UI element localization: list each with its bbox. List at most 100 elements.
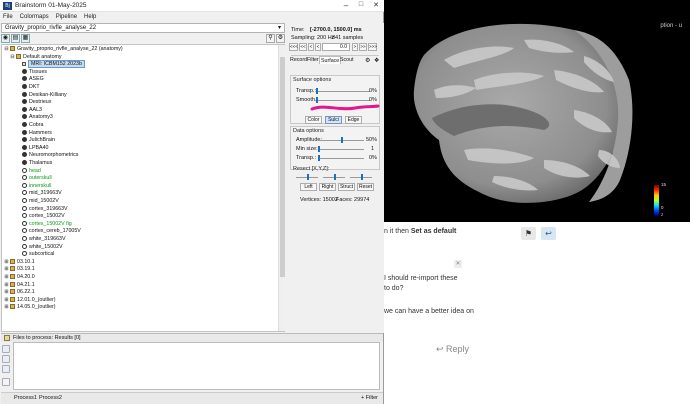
files-to-process-list[interactable] xyxy=(13,342,380,390)
tree-item[interactable]: JulichBrain xyxy=(22,137,55,145)
tree-item[interactable]: AAL3 xyxy=(22,107,42,115)
database-tree[interactable]: ⊟ Gravity_proprio_rivfle_analyse_22 (anat… xyxy=(1,44,285,332)
color-button[interactable]: Color xyxy=(305,116,322,124)
time-nav-button[interactable]: < xyxy=(308,43,314,51)
menu-colormaps[interactable]: Colormaps xyxy=(20,12,49,22)
sulci-button[interactable]: Sulci xyxy=(325,116,342,124)
resect-left-button[interactable]: Left xyxy=(300,183,317,191)
tab-surface[interactable]: Surface xyxy=(319,56,342,64)
expand-icon[interactable]: ⊞ xyxy=(4,289,9,297)
tree-item[interactable]: subcortical xyxy=(22,251,54,259)
tree-item[interactable]: cortex_319663V xyxy=(22,206,68,214)
tree-subject[interactable]: ⊞ 04.20.0 xyxy=(4,274,34,282)
tree-item[interactable]: Neuromorphometrics xyxy=(22,152,78,160)
edge-button[interactable]: Edge xyxy=(345,116,362,124)
tree-item[interactable]: Anatomy3 xyxy=(22,114,53,122)
amplitude-slider[interactable] xyxy=(318,137,364,143)
tree-item[interactable]: Desikan-Killiany xyxy=(22,92,67,100)
figure-3d-window[interactable]: ption - u 15 0 z xyxy=(384,0,690,222)
resect-y-slider[interactable] xyxy=(323,174,345,180)
tree-item[interactable]: white_15002V xyxy=(22,244,63,252)
tree-subject[interactable]: ⊞ 04.21.1 xyxy=(4,282,34,290)
dismiss-icon[interactable]: ✕ xyxy=(454,260,462,268)
process-run-icon[interactable] xyxy=(2,378,10,386)
menu-file[interactable]: File xyxy=(3,12,13,22)
tree-item[interactable]: innerskull xyxy=(22,183,51,191)
resect-right-button[interactable]: Right xyxy=(319,183,336,191)
menu-pipeline[interactable]: Pipeline xyxy=(56,12,77,22)
reply-button[interactable]: ↩ Reply xyxy=(436,344,469,355)
tree-protocol-root[interactable]: ⊟ Gravity_proprio_rivfle_analyse_22 (anat… xyxy=(4,46,122,54)
tree-scrollbar[interactable] xyxy=(278,45,285,331)
maximize-icon[interactable]: □ xyxy=(355,1,367,8)
tree-item[interactable]: outerskull xyxy=(22,175,52,183)
time-input[interactable]: 0.0 xyxy=(322,43,350,51)
search-icon[interactable]: ⚲ xyxy=(266,34,275,43)
resect-reset-button[interactable]: Reset xyxy=(357,183,374,191)
tab-process1[interactable]: Process1 xyxy=(14,395,37,401)
smooth-slider[interactable] xyxy=(316,97,370,103)
time-nav-button[interactable]: <<< xyxy=(289,43,298,51)
tree-subject[interactable]: ⊞ 03.19.1 xyxy=(4,266,34,274)
process-data-icon[interactable] xyxy=(2,345,10,353)
tree-mri[interactable]: MRI: ICBM152 2023b xyxy=(22,60,85,69)
tree-item[interactable]: mid_15002V xyxy=(22,198,59,206)
tree-subject[interactable]: ⊞ 14.05.0_(outlier) xyxy=(4,304,55,312)
tree-item[interactable]: ASEG xyxy=(22,76,44,84)
subject-view-icon[interactable]: ◉ xyxy=(1,34,10,43)
resect-struct-button[interactable]: Struct xyxy=(338,183,355,191)
process-timefreq-icon[interactable] xyxy=(2,365,10,373)
tree-item[interactable]: Tissues xyxy=(22,69,47,77)
expand-icon[interactable]: ⊞ xyxy=(4,282,9,290)
study-view-icon[interactable]: ▤ xyxy=(11,34,20,43)
collapse-icon[interactable]: ⊟ xyxy=(10,54,15,62)
expand-icon[interactable]: ⊞ xyxy=(4,274,9,282)
tab-process2[interactable]: Process2 xyxy=(39,395,62,401)
condition-view-icon[interactable]: ▦ xyxy=(21,34,30,43)
tree-item[interactable]: cortex_cereb_17005V xyxy=(22,228,81,236)
resect-z-slider[interactable] xyxy=(350,174,372,180)
tree-item[interactable]: head xyxy=(22,168,41,176)
expand-icon[interactable]: ⊞ xyxy=(4,297,9,305)
tree-item[interactable]: Thalamus xyxy=(22,160,52,168)
bookmark-icon[interactable]: ⚑ xyxy=(521,227,536,240)
tree-item[interactable]: mid_319663V xyxy=(22,190,62,198)
time-nav-button[interactable]: > xyxy=(352,43,358,51)
expand-icon[interactable]: ⊞ xyxy=(4,304,9,312)
minimize-icon[interactable]: – xyxy=(340,1,352,10)
protocol-select[interactable]: Gravity_proprio_rivfle_analyse_22 ▾ xyxy=(1,23,285,33)
time-nav-button[interactable]: >>> xyxy=(368,43,377,51)
add-surface-icon[interactable]: ❖ xyxy=(374,57,379,64)
collapse-icon[interactable]: ⊟ xyxy=(4,46,9,54)
tree-item[interactable]: Destrieux xyxy=(22,99,51,107)
time-nav-button[interactable]: >> xyxy=(359,43,367,51)
tab-scout[interactable]: Scout xyxy=(339,56,355,64)
tree-subject[interactable]: ⊞ 03.10.1 xyxy=(4,259,34,267)
expand-icon[interactable]: ⊞ xyxy=(4,266,9,274)
time-nav-button[interactable]: << xyxy=(299,43,307,51)
reply-icon[interactable]: ↩ xyxy=(541,227,556,240)
surface-settings-icon[interactable]: ⚙ xyxy=(365,57,370,64)
brain-surface-render[interactable]: ption - u xyxy=(384,0,690,222)
minsize-slider[interactable] xyxy=(318,146,364,152)
time-nav-button[interactable]: < xyxy=(315,43,321,51)
tree-subject[interactable]: ⊞ 06.22.1 xyxy=(4,289,34,297)
tab-filter[interactable]: Filter xyxy=(306,56,320,64)
tree-item[interactable]: cortex_15002V xyxy=(22,213,65,221)
tree-item[interactable]: Cobra xyxy=(22,122,43,130)
filter-button[interactable]: + Filter xyxy=(361,395,378,401)
tree-subject[interactable]: ⊞ 12.01.0_(outlier) xyxy=(4,297,55,305)
data-transp-slider[interactable] xyxy=(318,155,364,161)
tree-item[interactable]: DKT xyxy=(22,84,40,92)
transp-slider[interactable] xyxy=(316,88,370,94)
process-sources-icon[interactable] xyxy=(2,355,10,363)
resect-x-slider[interactable] xyxy=(296,174,318,180)
tree-item[interactable]: Hammers xyxy=(22,130,52,138)
menu-help[interactable]: Help xyxy=(84,12,96,22)
tree-item[interactable]: white_319663V xyxy=(22,236,66,244)
tree-item[interactable]: LPBA40 xyxy=(22,145,48,153)
gear-icon[interactable]: ⚙ xyxy=(276,34,285,43)
close-icon[interactable]: ✕ xyxy=(370,1,382,9)
expand-icon[interactable]: ⊞ xyxy=(4,259,9,267)
tree-item[interactable]: cortex_15002V fig xyxy=(22,221,72,229)
